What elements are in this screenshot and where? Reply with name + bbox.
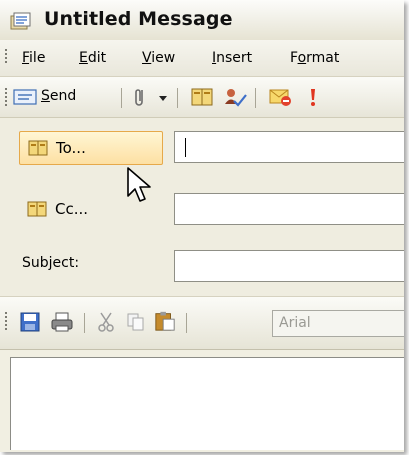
toolbar-separator [84,313,85,333]
mouse-pointer-icon [127,167,151,202]
to-label: To... [56,139,86,157]
send-button[interactable]: Send [13,86,83,108]
formatting-toolbar: Arial [0,296,404,350]
send-label: Send [41,88,77,104]
message-window: Untitled Message File Edit View Insert F… [0,0,404,452]
paperclip-icon[interactable] [132,86,148,108]
cc-field[interactable] [174,193,404,225]
toolbar-separator [121,88,122,108]
menu-file[interactable]: File [22,50,45,66]
save-icon[interactable] [20,311,40,333]
menu-insert[interactable]: Insert [212,50,252,66]
cut-icon[interactable] [96,311,116,333]
toolbar-separator [255,88,256,108]
delete-message-icon[interactable] [268,86,294,108]
menu-edit[interactable]: Edit [79,50,106,66]
cc-label: Cc... [55,200,89,218]
menu-bar: File Edit View Insert Format [0,40,404,77]
message-envelope-icon [10,12,31,30]
toolbar-grip[interactable] [5,88,8,108]
to-button[interactable]: To... [19,131,163,165]
check-names-icon[interactable] [222,86,248,108]
menu-view[interactable]: View [142,50,175,66]
menu-format[interactable]: Format [290,50,339,66]
font-name-combobox[interactable]: Arial [272,310,404,337]
address-book-icon [28,140,48,156]
paste-icon[interactable] [153,310,177,332]
title-bar[interactable]: Untitled Message [0,0,404,41]
send-icon [13,89,37,105]
address-book-icon[interactable] [190,86,214,108]
subject-field[interactable] [174,250,404,282]
address-book-icon [27,201,47,217]
to-field[interactable] [174,131,404,163]
message-body[interactable] [10,357,404,450]
toolbar-separator [186,313,187,333]
copy-icon[interactable] [126,311,146,333]
font-name-value: Arial [279,315,311,331]
high-importance-icon[interactable] [308,86,318,108]
attach-dropdown-arrow-icon[interactable] [157,86,169,108]
message-header-fields: To... Cc... Subject: [0,118,404,296]
toolbar-separator [177,88,178,108]
toolbar-grip[interactable] [5,312,8,332]
window-title: Untitled Message [44,8,233,30]
standard-toolbar: Send [0,77,404,118]
print-icon[interactable] [50,311,74,333]
menu-bar-grip[interactable] [5,49,8,65]
subject-label: Subject: [22,255,80,271]
text-caret [185,138,186,157]
